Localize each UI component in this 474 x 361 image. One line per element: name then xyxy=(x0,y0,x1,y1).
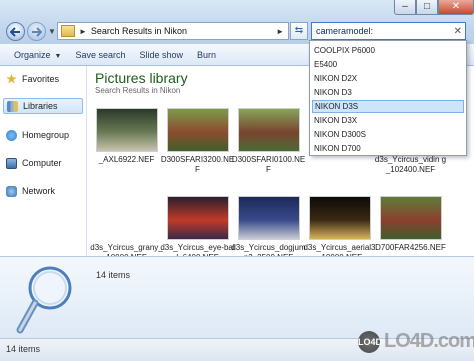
chevron-right-icon[interactable]: ► xyxy=(276,27,284,36)
suggestion-item[interactable]: NIKON D300S xyxy=(312,128,464,141)
search-magnifier-icon xyxy=(14,264,76,340)
forward-button[interactable] xyxy=(27,22,46,41)
suggestion-item[interactable]: E5400 xyxy=(312,58,464,71)
recent-pages-dropdown[interactable]: ▼ xyxy=(48,27,56,36)
star-icon xyxy=(6,73,17,84)
libraries-icon xyxy=(7,100,18,112)
nav-item-network[interactable]: Network xyxy=(6,183,84,199)
nav-item-label: Favorites xyxy=(22,74,60,84)
window-controls: – □ ✕ xyxy=(394,0,474,16)
file-thumbnail[interactable]: d3s_Ycircus_aerial3_10000.NEF xyxy=(302,196,377,263)
file-name: d3s_Ycircus_vidin g_102400.NEF xyxy=(374,155,447,174)
suggestion-item[interactable]: NIKON D2X xyxy=(312,72,464,85)
address-bar[interactable]: ► Search Results in Nikon ► xyxy=(57,22,289,40)
watermark-badge: LO4D xyxy=(358,330,382,353)
page-subtitle: Search Results in Nikon xyxy=(95,86,181,95)
network-icon xyxy=(6,185,17,197)
burn-button[interactable]: Burn xyxy=(197,50,216,60)
file-name: D300SFARI0100.NEF xyxy=(231,155,306,174)
nav-item-libraries[interactable]: Libraries xyxy=(3,98,83,114)
thumbnail-image xyxy=(237,108,300,152)
nav-item-label: Network xyxy=(22,186,56,196)
nav-item-computer[interactable]: Computer xyxy=(6,155,84,171)
clear-search-icon[interactable]: ✕ xyxy=(454,26,462,37)
watermark-logo: LO4D LO4D.com xyxy=(358,330,474,353)
thumbnail-image xyxy=(379,196,442,240)
organize-menu[interactable]: Organize ▼ xyxy=(14,50,61,60)
organize-label: Organize xyxy=(14,49,51,60)
file-thumbnail[interactable]: D700FAR4256.NEF xyxy=(373,196,448,253)
page-title: Pictures library xyxy=(95,70,188,86)
status-item-count: 14 items xyxy=(6,344,41,354)
suggestion-item[interactable]: NIKON D3 xyxy=(312,86,464,99)
slide-show-button[interactable]: Slide show xyxy=(140,50,184,60)
file-name: _AXL6922.NEF xyxy=(98,155,155,164)
file-name: D300SFARI3200.NEF xyxy=(160,155,235,174)
suggestion-item[interactable]: COOLPIX P6000 xyxy=(312,44,464,57)
computer-icon xyxy=(6,157,17,169)
minimize-button[interactable]: – xyxy=(394,0,416,15)
chevron-down-icon: ▼ xyxy=(54,52,62,60)
thumbnail-image xyxy=(166,196,229,240)
maximize-button[interactable]: □ xyxy=(416,0,438,15)
file-name: D700FAR4256.NEF xyxy=(375,243,446,252)
breadcrumb[interactable]: Search Results in Nikon xyxy=(91,26,187,36)
thumbnail-image xyxy=(95,196,158,240)
file-thumbnail[interactable]: _AXL6922.NEF xyxy=(89,108,164,165)
arrow-left-icon xyxy=(10,26,20,37)
file-thumbnail[interactable]: d3s_Ycircus_eye-ball_6400.NEF xyxy=(160,196,235,263)
file-thumbnail[interactable]: d3s_Ycircus_grany_10000.NEF xyxy=(89,196,164,263)
nav-item-label: Libraries xyxy=(23,101,58,111)
breadcrumb-separator[interactable]: ► xyxy=(79,27,87,36)
nav-item-label: Homegroup xyxy=(22,130,70,140)
suggestion-item[interactable]: NIKON D3S xyxy=(312,100,464,113)
file-thumbnail[interactable]: d3s_Ycircus_dogjump3_2500.NEF xyxy=(231,196,306,263)
file-thumbnail[interactable]: D300SFARI0100.NEF xyxy=(231,108,306,175)
watermark-text: LO4D.com xyxy=(384,330,474,352)
search-input[interactable]: cameramodel: ✕ xyxy=(311,22,466,40)
search-suggestions-dropdown: COOLPIX P6000 E5400 NIKON D2X NIKON D3 NIKON… xyxy=(309,40,467,156)
refresh-button[interactable]: ⇆ xyxy=(290,22,308,40)
back-button[interactable] xyxy=(6,22,25,41)
thumbnail-image xyxy=(308,196,371,240)
homegroup-icon xyxy=(6,129,17,141)
nav-item-homegroup[interactable]: Homegroup xyxy=(6,127,84,143)
suggestion-item[interactable]: NIKON D700 xyxy=(312,142,464,155)
details-item-count: 14 items xyxy=(96,270,131,280)
arrow-right-icon xyxy=(32,26,42,37)
thumbnail-image xyxy=(237,196,300,240)
folder-icon xyxy=(61,25,75,37)
suggestion-item[interactable]: NIKON D3X xyxy=(312,114,464,127)
save-search-button[interactable]: Save search xyxy=(75,50,125,60)
thumbnail-image xyxy=(95,108,158,152)
thumbnail-image xyxy=(166,108,229,152)
file-thumbnail[interactable]: D300SFARI3200.NEF xyxy=(160,108,235,175)
nav-item-label: Computer xyxy=(22,158,62,168)
close-window-button[interactable]: ✕ xyxy=(438,0,474,15)
search-query-text[interactable]: cameramodel: xyxy=(316,26,373,36)
nav-item-favorites[interactable]: Favorites xyxy=(6,71,84,87)
